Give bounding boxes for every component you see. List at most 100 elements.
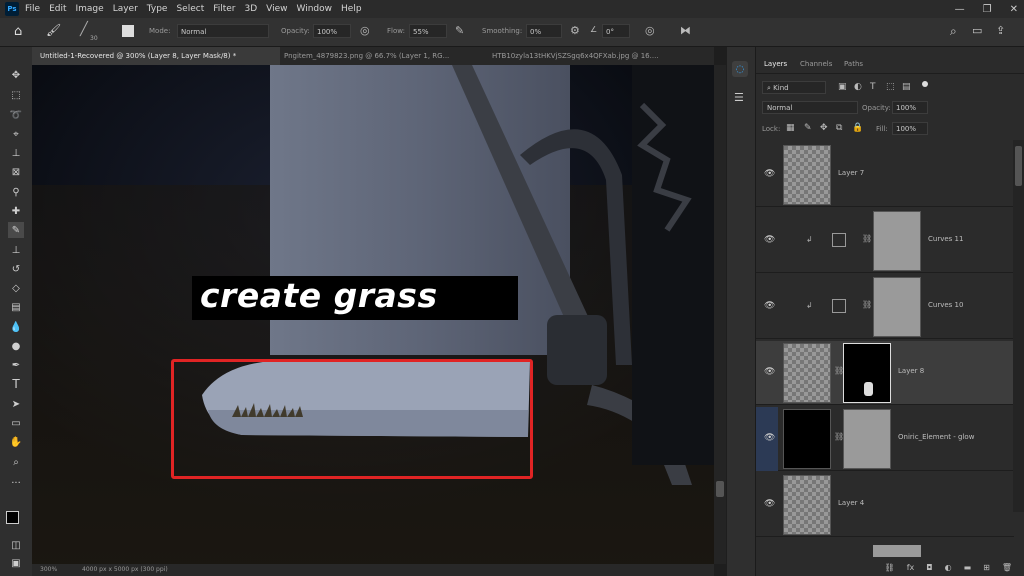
layer-name[interactable]: Layer 8 [898,367,924,375]
airbrush-icon[interactable]: ✎ [455,24,464,37]
lasso-tool-icon[interactable]: ➰ [8,107,24,123]
tab-paths[interactable]: Paths [844,55,863,73]
minimize-button[interactable]: — [955,4,965,15]
menu-image[interactable]: Image [76,4,104,14]
eraser-tool-icon[interactable]: ◇ [8,280,24,296]
layer-mask-thumbnail[interactable] [843,409,891,469]
angle-field[interactable]: 0° [602,24,630,38]
menu-window[interactable]: Window [297,4,333,14]
layers-scrollbar[interactable] [1013,140,1024,512]
layer-name[interactable]: Layer 4 [838,499,864,507]
opacity-field[interactable]: 100% [313,24,351,38]
symmetry-icon[interactable]: ⧓ [680,24,691,37]
link-layers-icon[interactable]: ⛓ [885,563,895,572]
menu-file[interactable]: File [25,4,40,14]
path-select-tool-icon[interactable]: ➤ [8,396,24,412]
visibility-eye-icon[interactable]: 👁 [764,499,775,509]
restore-button[interactable]: ❐ [983,4,992,15]
blur-tool-icon[interactable]: 💧 [8,319,24,335]
brush-tool-icon[interactable]: ✎ [8,222,24,238]
workspace-icon[interactable]: ▭ [972,24,982,37]
pressure-opacity-icon[interactable]: ◎ [360,24,370,37]
lock-transparent-icon[interactable]: ▦ [786,123,795,133]
layer-mask-thumbnail[interactable] [843,343,891,403]
menu-edit[interactable]: Edit [49,4,66,14]
new-group-icon[interactable]: ▬ [964,563,972,572]
more-tools-icon[interactable]: ··· [8,475,24,491]
marquee-tool-icon[interactable]: ⬚ [8,87,24,103]
visibility-eye-icon[interactable]: 👁 [764,301,775,311]
share-icon[interactable]: ⇪ [996,24,1005,37]
visibility-eye-icon[interactable]: 👁 [764,433,775,443]
tab-layers[interactable]: Layers [764,55,787,73]
layer-row-curves-11[interactable]: 👁 ↲ ⛓ Curves 11 [756,209,1014,273]
layer-row-curves-10[interactable]: 👁 ↲ ⛓ Curves 10 [756,275,1014,339]
menu-type[interactable]: Type [147,4,168,14]
mask-link-icon[interactable]: ⛓ [862,234,872,243]
tab-channels[interactable]: Channels [800,55,832,73]
new-layer-icon[interactable]: ⊞ [983,563,990,572]
fill-field[interactable]: 100% [892,122,928,135]
canvas-scroll-thumb[interactable] [716,481,724,497]
screen-mode-icon[interactable]: ▣ [8,555,24,571]
tab-pngitem[interactable]: Pngitem_4879823.png @ 66.7% (Layer 1, RG… [276,47,482,65]
close-button[interactable]: ✕ [1010,4,1018,15]
zoom-tool-icon[interactable]: ⌕ [8,454,24,470]
fx-icon[interactable]: fx [907,563,915,572]
document-canvas[interactable]: create grass [32,65,714,564]
zoom-level[interactable]: 300% [40,566,57,573]
filter-adjustment-icon[interactable]: ◐ [854,82,862,92]
home-icon[interactable]: ⌂ [14,24,22,39]
layer-row-layer-4[interactable]: 👁 Layer 4 [756,473,1014,537]
blend-mode-select[interactable]: Normal [762,101,858,114]
history-brush-tool-icon[interactable]: ↺ [8,261,24,277]
pen-tool-icon[interactable]: ✒ [8,357,24,373]
delete-layer-icon[interactable]: 🗑 [1002,563,1012,572]
layer-name[interactable]: Curves 10 [928,301,963,309]
mask-link-icon[interactable]: ⛓ [862,300,872,309]
lock-all-icon[interactable]: 🔒 [852,123,863,133]
layer-mask-thumbnail[interactable] [873,211,921,271]
menu-select[interactable]: Select [176,4,204,14]
layer-mask-thumbnail[interactable] [873,277,921,337]
menu-help[interactable]: Help [341,4,362,14]
smoothing-field[interactable]: 0% [526,24,562,38]
type-tool-icon[interactable]: T [8,376,24,392]
quick-mask-icon[interactable]: ◫ [8,537,24,553]
filter-kind-select[interactable]: ⌕ Kind [762,81,826,94]
flow-field[interactable]: 55% [409,24,447,38]
hand-tool-icon[interactable]: ✋ [8,434,24,450]
foreground-color-swatch[interactable] [6,511,19,524]
filter-shape-icon[interactable]: ⬚ [886,82,895,92]
canvas-scrollbar[interactable] [714,65,726,564]
brush-settings-icon[interactable] [122,25,134,37]
brush-tool-icon[interactable]: 🖌 [46,23,61,37]
healing-tool-icon[interactable]: ✚ [8,203,24,219]
tab-untitled-recovered[interactable]: Untitled-1-Recovered @ 300% (Layer 8, La… [32,47,280,65]
add-mask-icon[interactable]: ◘ [926,563,932,572]
adjustments-icon[interactable]: ☰ [734,91,744,104]
filter-toggle-icon[interactable] [922,81,928,87]
layer-opacity-field[interactable]: 100% [892,101,928,114]
visibility-eye-icon[interactable]: 👁 [764,169,775,179]
learn-icon[interactable]: ◌ [732,61,748,77]
adjustment-layer-icon[interactable]: ◐ [945,563,952,572]
lock-pixels-icon[interactable]: ✎ [804,123,812,133]
brush-preset-icon[interactable]: ╱ [80,22,88,37]
filter-smart-object-icon[interactable]: ▤ [902,82,911,92]
visibility-eye-icon[interactable]: 👁 [764,367,775,377]
layer-name[interactable]: Curves 11 [928,235,963,243]
gear-icon[interactable]: ⚙ [570,24,580,37]
filter-type-icon[interactable]: T [870,82,876,92]
lock-artboard-icon[interactable]: ⧉ [836,123,842,133]
menu-filter[interactable]: Filter [213,4,235,14]
move-tool-icon[interactable]: ✥ [8,67,24,83]
crop-tool-icon[interactable]: ⊥ [8,145,24,161]
shape-tool-icon[interactable]: ▭ [8,415,24,431]
menu-3d[interactable]: 3D [245,4,258,14]
lock-position-icon[interactable]: ✥ [820,123,828,133]
search-icon[interactable]: ⌕ [950,24,957,39]
mode-select[interactable]: Normal [177,24,269,38]
filter-pixel-icon[interactable]: ▣ [838,82,847,92]
layer-name[interactable]: Layer 7 [838,169,864,177]
